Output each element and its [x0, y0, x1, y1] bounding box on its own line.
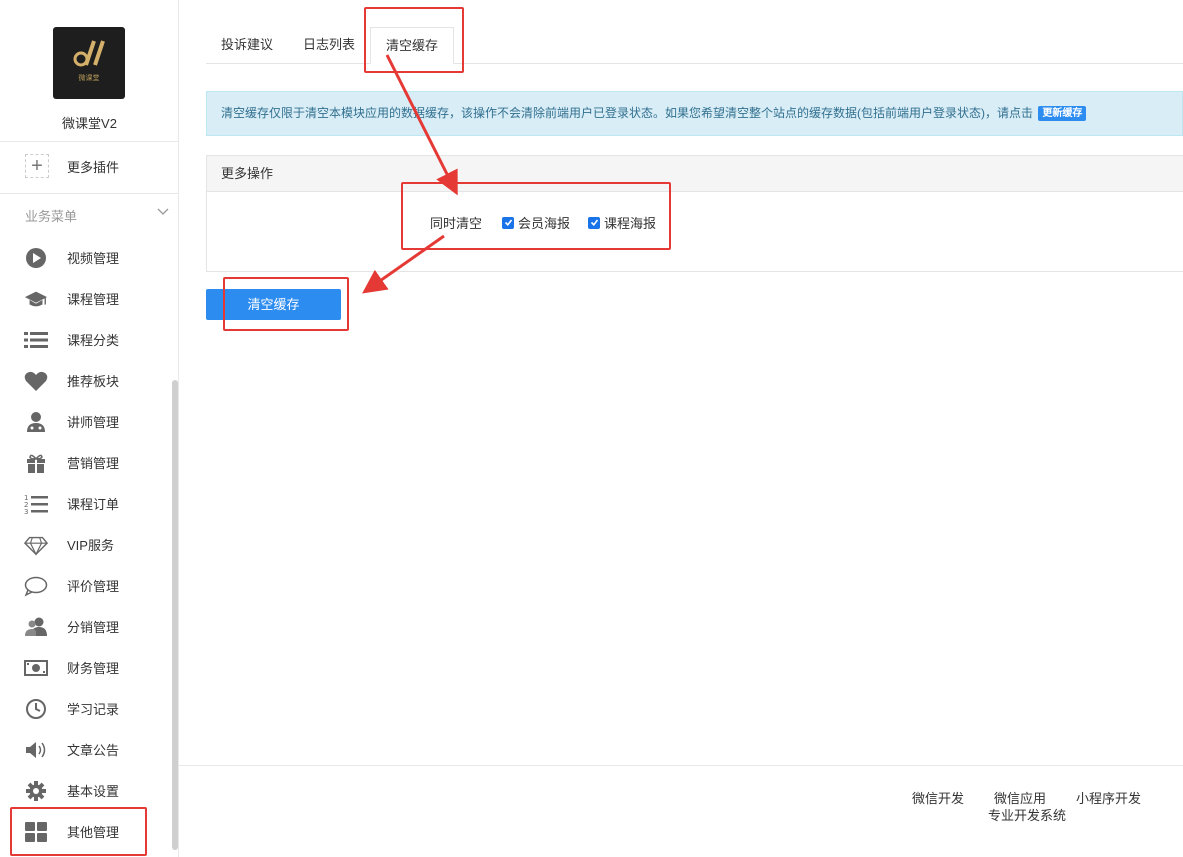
- footer-subtitle: 专业开发系统: [988, 808, 1067, 823]
- panel-title: 更多操作: [207, 156, 1183, 192]
- ordered-list-icon: 123: [24, 492, 48, 516]
- main-content: 投诉建议 日志列表 清空缓存 清空缓存仅限于清空本模块应用的数据缓存，该操作不会…: [179, 0, 1183, 857]
- sidebar-item-label: 评价管理: [67, 579, 120, 594]
- clear-cache-button[interactable]: 清空缓存: [206, 289, 341, 320]
- sidebar-item-label: 课程订单: [67, 497, 120, 512]
- sidebar-item-label: 分销管理: [67, 620, 120, 635]
- gift-icon: [24, 451, 48, 475]
- sidebar-scrollbar[interactable]: [172, 380, 178, 850]
- list-icon: [24, 328, 48, 352]
- tab-clear-cache[interactable]: 清空缓存: [370, 27, 455, 64]
- checkbox-label: 会员海报: [518, 216, 571, 231]
- heart-icon: [24, 369, 48, 393]
- sidebar-item-label: 课程管理: [67, 292, 120, 307]
- sidebar: 微课堂 微课堂V2 + 更多插件 业务菜单 视频管理 课程管理 课程分类 推荐板…: [0, 0, 179, 857]
- member-poster-checkbox[interactable]: 会员海报: [502, 213, 570, 232]
- sidebar-item-settings[interactable]: 基本设置: [0, 770, 170, 811]
- sidebar-item-label: 基本设置: [67, 784, 120, 799]
- sidebar-item-learning[interactable]: 学习记录: [0, 688, 170, 729]
- money-icon: [24, 656, 48, 680]
- tab-bar: 投诉建议 日志列表 清空缓存: [206, 27, 1183, 64]
- chevron-down-icon[interactable]: [156, 205, 170, 219]
- divider: [0, 141, 179, 142]
- option-label: 同时清空: [430, 216, 483, 231]
- users-icon: [24, 615, 48, 639]
- play-circle-icon: [24, 246, 48, 270]
- sidebar-item-other[interactable]: 其他管理: [0, 811, 170, 852]
- sidebar-item-label: 推荐板块: [67, 374, 120, 389]
- sidebar-item-label: 讲师管理: [67, 415, 120, 430]
- sidebar-item-reviews[interactable]: 评价管理: [0, 565, 170, 606]
- app-name: 微课堂V2: [62, 116, 117, 131]
- volume-icon: [24, 738, 48, 762]
- update-cache-link[interactable]: 更新缓存: [1038, 106, 1087, 122]
- footer-link[interactable]: 微信开发: [912, 788, 964, 807]
- gear-icon: [24, 779, 48, 803]
- info-alert: 清空缓存仅限于清空本模块应用的数据缓存，该操作不会清除前端用户已登录状态。如果您…: [206, 91, 1183, 136]
- business-menu: 视频管理 课程管理 课程分类 推荐板块 讲师管理 营销管理 1 2 3 课程订单…: [0, 237, 170, 852]
- teacher-icon: [24, 410, 48, 434]
- checkbox-checked-icon: [588, 216, 601, 229]
- graduation-cap-icon: [24, 287, 48, 311]
- sidebar-item-label: VIP服务: [67, 538, 114, 553]
- svg-text:3: 3: [24, 508, 28, 515]
- footer-link[interactable]: 小程序开发: [1076, 788, 1141, 807]
- sidebar-item-label: 其他管理: [67, 825, 120, 840]
- course-poster-checkbox[interactable]: 课程海报: [588, 213, 656, 232]
- sidebar-item-distribution[interactable]: 分销管理: [0, 606, 170, 647]
- comment-icon: [24, 574, 48, 598]
- logo-mark-icon: [73, 40, 105, 67]
- alert-text: 清空缓存仅限于清空本模块应用的数据缓存，该操作不会清除前端用户已登录状态。如果您…: [221, 106, 1033, 120]
- sidebar-item-categories[interactable]: 课程分类: [0, 319, 170, 360]
- app-logo: 微课堂: [53, 27, 125, 99]
- sidebar-item-label: 课程分类: [67, 333, 120, 348]
- sidebar-item-marketing[interactable]: 营销管理: [0, 442, 170, 483]
- sidebar-item-finance[interactable]: 财务管理: [0, 647, 170, 688]
- more-plugins-button[interactable]: + 更多插件: [25, 154, 119, 178]
- plus-icon: +: [25, 154, 49, 178]
- tab-complaints[interactable]: 投诉建议: [206, 27, 288, 64]
- more-plugins-label: 更多插件: [67, 159, 120, 175]
- checkbox-label: 课程海报: [604, 216, 657, 231]
- diamond-icon: [24, 533, 48, 557]
- footer: 微信开发 微信应用 小程序开发 专业开发系统: [179, 765, 1183, 857]
- sidebar-item-teachers[interactable]: 讲师管理: [0, 401, 170, 442]
- sidebar-item-orders[interactable]: 123 课程订单: [0, 483, 170, 524]
- sidebar-item-video[interactable]: 视频管理: [0, 237, 170, 278]
- sidebar-item-label: 营销管理: [67, 456, 120, 471]
- sidebar-item-label: 财务管理: [67, 661, 120, 676]
- sidebar-item-label: 文章公告: [67, 743, 120, 758]
- sidebar-item-label: 视频管理: [67, 251, 120, 266]
- checkbox-checked-icon: [502, 216, 515, 229]
- menu-group-title: 业务菜单: [25, 209, 78, 224]
- sidebar-item-vip[interactable]: VIP服务: [0, 524, 170, 565]
- sidebar-item-recommend[interactable]: 推荐板块: [0, 360, 170, 401]
- tab-logs[interactable]: 日志列表: [288, 27, 370, 64]
- sidebar-item-articles[interactable]: 文章公告: [0, 729, 170, 770]
- clear-options: 同时清空 会员海报 课程海报: [430, 213, 674, 232]
- sidebar-item-courses[interactable]: 课程管理: [0, 278, 170, 319]
- grid-icon: [24, 820, 48, 844]
- divider: [0, 193, 179, 194]
- logo-subtext: 微课堂: [78, 75, 100, 82]
- clock-icon: [24, 697, 48, 721]
- more-actions-panel: 更多操作 同时清空 会员海报 课程海报: [206, 155, 1183, 272]
- sidebar-item-label: 学习记录: [67, 702, 120, 717]
